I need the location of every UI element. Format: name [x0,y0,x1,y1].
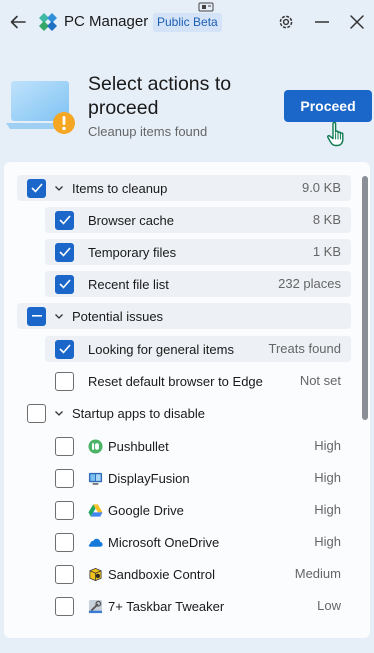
page-subtitle: Cleanup items found [88,124,208,139]
checkbox-unchecked[interactable] [55,564,74,584]
laptop-warning-icon [6,81,75,134]
item-temporary-files[interactable]: Temporary files 1 KB [45,239,351,265]
dash-icon [31,315,42,317]
app-title: PC Manager [64,13,149,30]
item-label: Browser cache [88,212,174,228]
item-label: Looking for general items [88,341,234,357]
app-label: DisplayFusion [108,470,190,486]
item-recent-file-list[interactable]: Recent file list 232 places [45,271,351,297]
items-panel: Items to cleanup 9.0 KB Browser cache 8 … [4,162,370,638]
app-label: Google Drive [108,502,184,518]
feedback-icon[interactable] [198,1,214,13]
checkbox-unchecked[interactable] [55,596,74,616]
checkbox-checked[interactable] [27,178,46,198]
checkmark-icon [58,344,71,354]
hand-cursor-icon [327,121,344,147]
settings-gear-icon[interactable] [276,12,296,32]
group-size: 9.0 KB [301,180,341,195]
checkbox-checked[interactable] [55,242,74,262]
item-label: Temporary files [88,244,177,260]
item-browser-cache[interactable]: Browser cache 8 KB [45,207,351,233]
checkbox-checked[interactable] [55,274,74,294]
group-label: Potential issues [72,308,164,324]
checkbox-checked[interactable] [55,210,74,230]
app-label: 7+ Taskbar Tweaker [108,598,225,614]
public-beta-badge: Public Beta [153,13,222,32]
app-row-google-drive[interactable]: Google Drive High [45,497,351,523]
back-arrow-icon[interactable] [8,12,28,32]
minimize-icon[interactable] [312,12,332,32]
app-impact: Low [317,598,341,613]
app-row-displayfusion[interactable]: DisplayFusion High [45,465,351,491]
app-impact: High [314,438,341,453]
app-label: Sandboxie Control [108,566,215,582]
chevron-down-icon[interactable] [53,407,65,419]
group-label: Startup apps to disable [72,405,205,421]
google-drive-icon [88,503,103,517]
group-label: Items to cleanup [72,180,168,196]
group-items-to-cleanup[interactable]: Items to cleanup 9.0 KB [17,175,351,201]
title-bar: PC Manager Public Beta [0,0,374,44]
checkbox-unchecked[interactable] [55,371,74,391]
checkbox-unchecked[interactable] [55,532,74,552]
app-label: Microsoft OneDrive [108,534,220,550]
checkbox-partial[interactable] [27,306,46,326]
close-icon[interactable] [347,12,367,32]
item-value: 1 KB [312,244,341,259]
checkbox-unchecked[interactable] [55,500,74,520]
item-value: 232 places [278,276,341,291]
checkbox-unchecked[interactable] [55,436,74,456]
checkmark-icon [58,215,71,225]
checkmark-icon [58,279,71,289]
app-impact: High [314,502,341,517]
onedrive-icon [88,538,103,547]
checkbox-unchecked[interactable] [55,468,74,488]
app-row-pushbullet[interactable]: Pushbullet High [45,433,351,459]
displayfusion-icon [88,472,103,485]
app-impact: High [314,470,341,485]
checkmark-icon [58,247,71,257]
item-value: Treats found [268,341,341,356]
checkbox-checked[interactable] [55,339,74,359]
sandboxie-icon [89,567,102,581]
taskbar-tweaker-icon [88,599,103,613]
chevron-down-icon[interactable] [53,310,65,322]
checkmark-icon [30,183,43,193]
group-startup-apps[interactable]: Startup apps to disable [17,400,351,426]
item-looking-for-general-items[interactable]: Looking for general items Treats found [45,336,351,362]
item-value: 8 KB [312,212,341,227]
item-reset-default-browser[interactable]: Reset default browser to Edge Not set [45,368,351,394]
proceed-button[interactable]: Proceed [284,90,372,122]
checkbox-unchecked[interactable] [27,403,46,423]
app-label: Pushbullet [108,438,169,454]
item-label: Recent file list [88,276,169,292]
app-row-sandboxie[interactable]: Sandboxie Control Medium [45,561,351,587]
item-value: Not set [299,373,341,388]
pc-manager-logo-icon [39,13,57,31]
app-row-taskbar-tweaker[interactable]: 7+ Taskbar Tweaker Low [45,593,351,619]
app-row-onedrive[interactable]: Microsoft OneDrive High [45,529,351,555]
scrollbar-thumb[interactable] [362,176,368,420]
group-potential-issues[interactable]: Potential issues [17,303,351,329]
app-impact: Medium [294,566,341,581]
page-title: Select actions to proceed [88,73,232,119]
app-impact: High [314,534,341,549]
pushbullet-icon [88,438,103,454]
chevron-down-icon[interactable] [53,182,65,194]
item-label: Reset default browser to Edge [88,373,263,389]
